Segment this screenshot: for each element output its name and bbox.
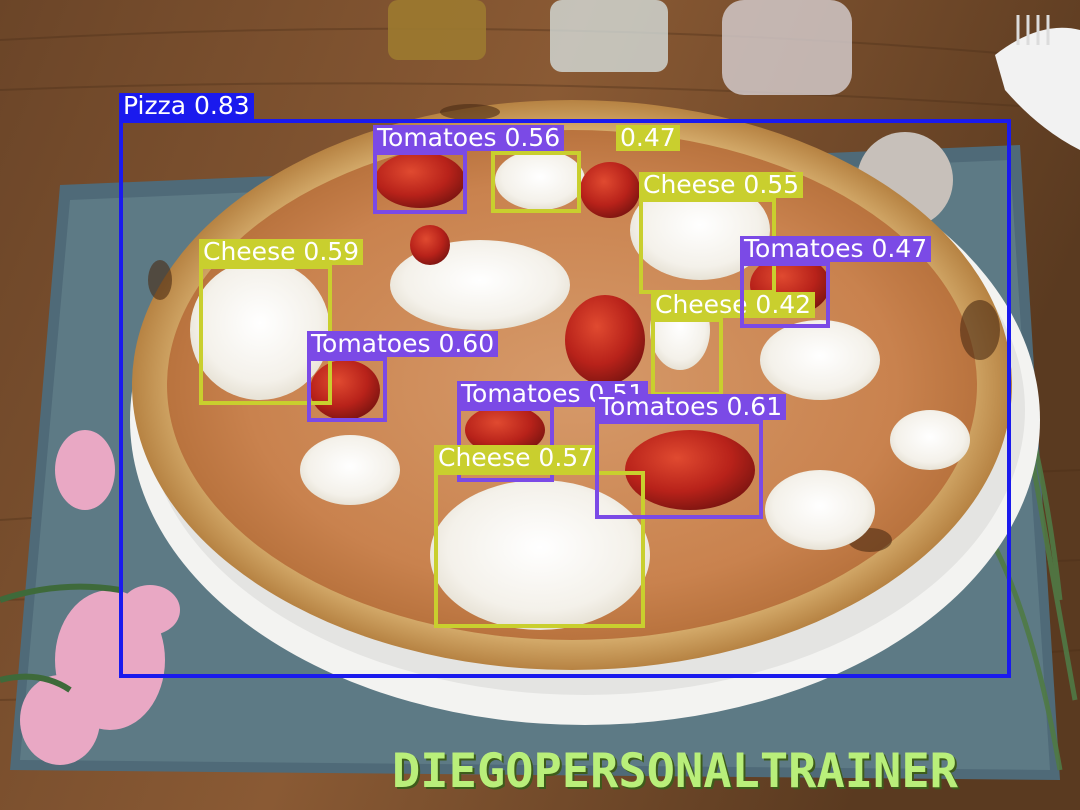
detection-label: Tomatoes 0.47 bbox=[740, 236, 932, 262]
detection-label: Tomatoes 0.56 bbox=[373, 125, 565, 151]
detection-box-tomatoes: Tomatoes 0.47 bbox=[740, 236, 932, 328]
detection-label: Tomatoes 0.60 bbox=[307, 331, 499, 357]
detection-box-cheese: Cheese 0.42 bbox=[651, 292, 816, 396]
detection-box-cheese: 0.47 bbox=[491, 125, 680, 213]
detection-label: Tomatoes 0.61 bbox=[595, 394, 787, 420]
detection-box-tomatoes: Tomatoes 0.56 bbox=[373, 125, 565, 214]
watermark-text: DIEGOPERSONALTRAINER bbox=[392, 744, 958, 799]
detection-label: Cheese 0.55 bbox=[639, 172, 804, 198]
detection-label: Pizza 0.83 bbox=[119, 93, 254, 119]
detection-label: Cheese 0.57 bbox=[434, 445, 599, 471]
detection-box-tomatoes: Tomatoes 0.60 bbox=[307, 331, 499, 422]
photo-stage: Pizza 0.83 Tomatoes 0.56 0.47 Cheese 0.5… bbox=[0, 0, 1080, 810]
detection-label: 0.47 bbox=[616, 125, 680, 151]
detection-label: Cheese 0.59 bbox=[199, 239, 364, 265]
detection-box-tomatoes: Tomatoes 0.61 bbox=[595, 394, 787, 519]
